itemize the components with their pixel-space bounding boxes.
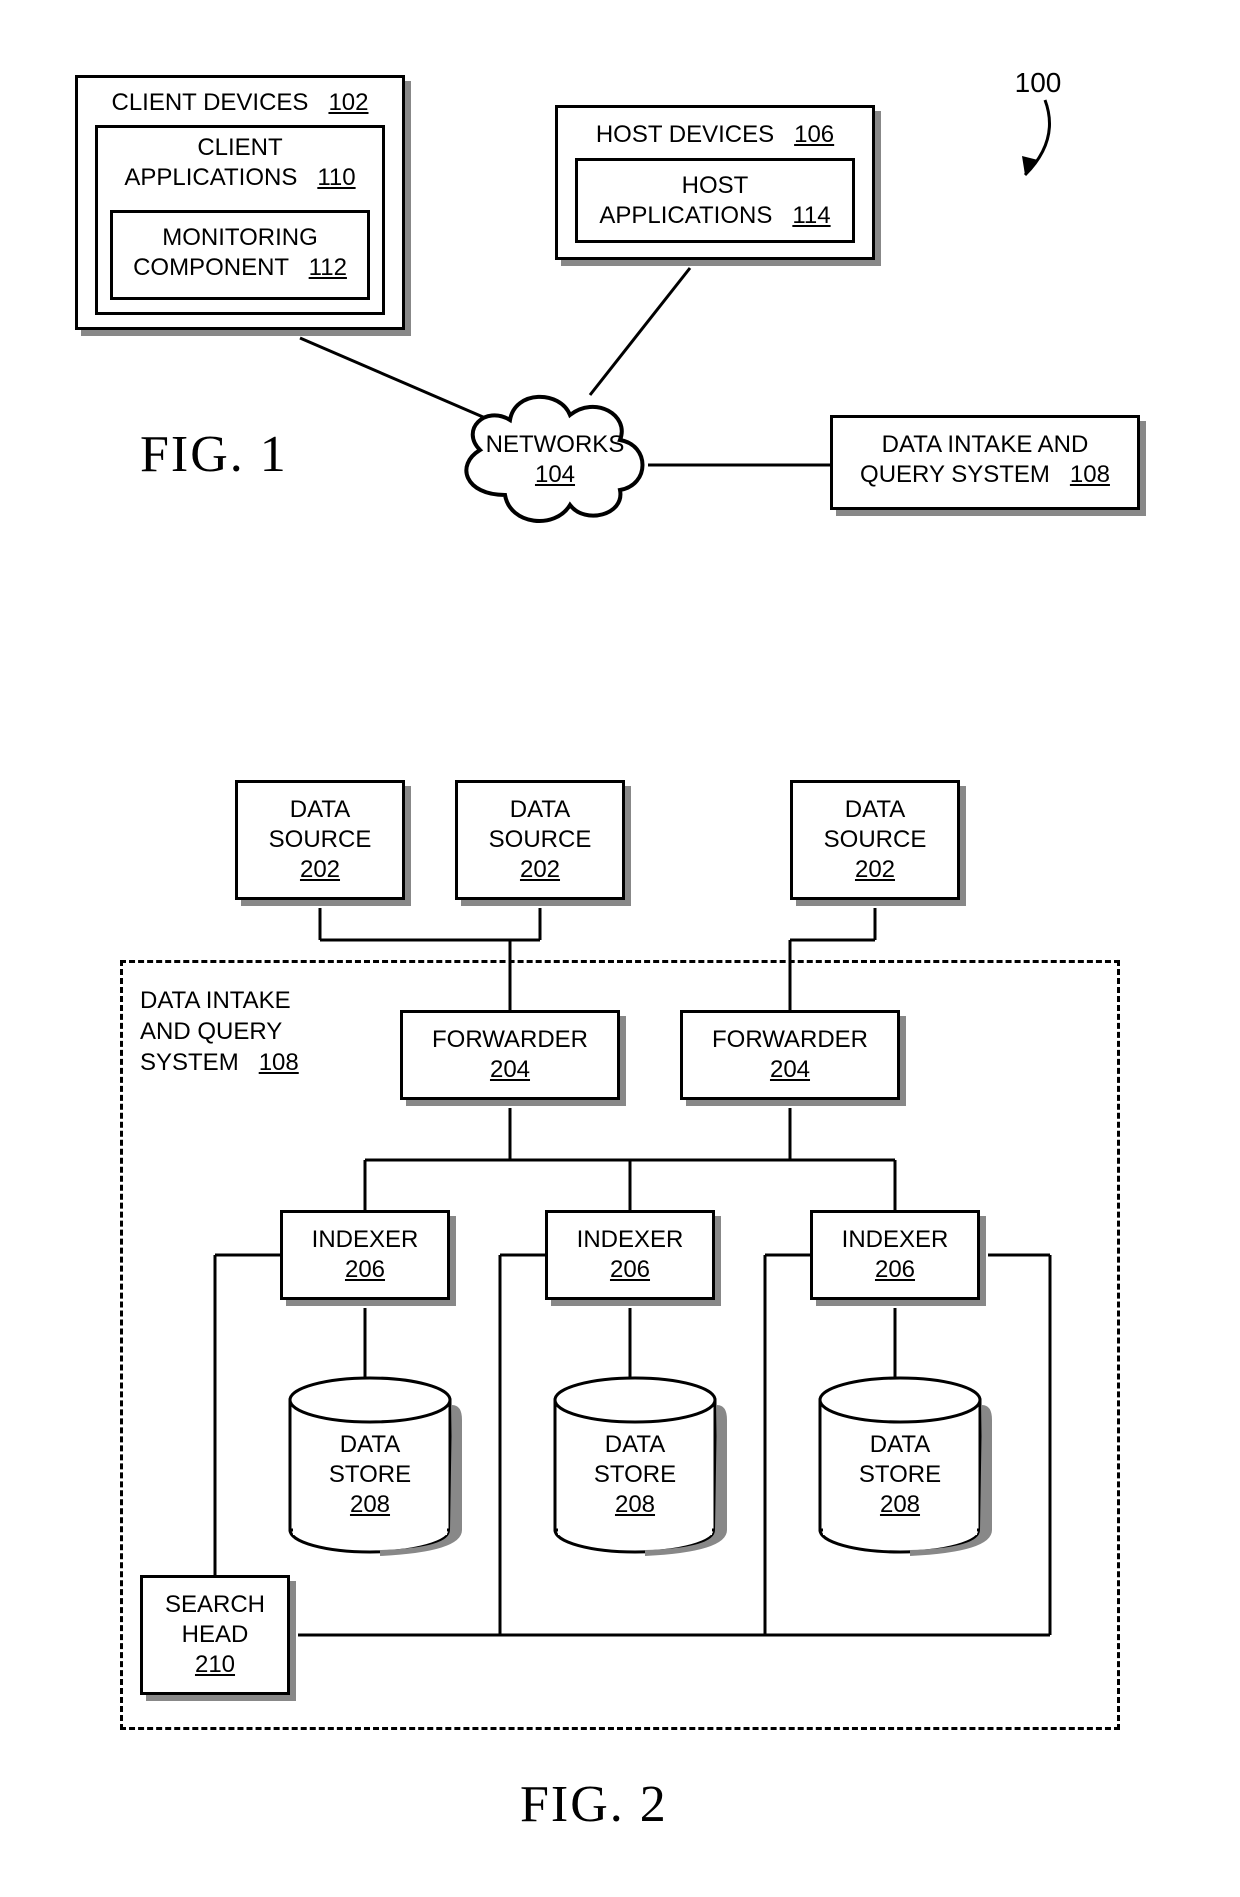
diq-l2: QUERY SYSTEM	[860, 461, 1050, 488]
fig1-overall-ref: 100	[1008, 65, 1068, 100]
data-store-3-label: DATA STORE 208	[820, 1430, 980, 1520]
client-devices-ref: 102	[328, 89, 368, 116]
diq-l1: DATA INTAKE AND	[882, 431, 1089, 458]
forwarder-2: FORWARDER 204	[680, 1010, 900, 1100]
client-devices-title: CLIENT DEVICES	[111, 89, 308, 116]
networks-label: NETWORKS 104	[480, 430, 630, 490]
host-applications-ref: 114	[792, 202, 830, 229]
data-source-2: DATA SOURCE 202	[455, 780, 625, 900]
host-applications-l2: APPLICATIONS	[599, 202, 772, 229]
monitoring-component-l1: MONITORING	[162, 224, 318, 251]
indexer-3: INDEXER 206	[810, 1210, 980, 1300]
monitoring-component-box: MONITORING COMPONENT 112	[110, 210, 370, 300]
monitoring-component-l2: COMPONENT	[133, 254, 289, 281]
indexer-2: INDEXER 206	[545, 1210, 715, 1300]
host-devices-title: HOST DEVICES	[596, 121, 774, 148]
data-source-1: DATA SOURCE 202	[235, 780, 405, 900]
fig2-label: FIG. 2	[520, 1775, 668, 1834]
data-source-3: DATA SOURCE 202	[790, 780, 960, 900]
host-devices-ref: 106	[794, 121, 834, 148]
search-head-box: SEARCH HEAD 210	[140, 1575, 290, 1695]
indexer-1: INDEXER 206	[280, 1210, 450, 1300]
system-boundary-label: DATA INTAKE AND QUERY SYSTEM 108	[140, 985, 330, 1079]
host-applications-l1: HOST	[682, 172, 749, 199]
forwarder-1: FORWARDER 204	[400, 1010, 620, 1100]
monitoring-component-ref: 112	[309, 254, 347, 281]
fig1-label: FIG. 1	[140, 425, 288, 484]
data-store-2-label: DATA STORE 208	[555, 1430, 715, 1520]
host-applications-box: HOST APPLICATIONS 114	[575, 158, 855, 243]
data-store-1-label: DATA STORE 208	[290, 1430, 450, 1520]
page: 100 CLIENT DEVICES 102 CLIENT APPLICATIO…	[0, 0, 1240, 1897]
data-intake-query-box: DATA INTAKE AND QUERY SYSTEM 108	[830, 415, 1140, 510]
client-applications-label: CLIENT APPLICATIONS 110	[95, 133, 385, 193]
diq-ref: 108	[1070, 461, 1110, 488]
